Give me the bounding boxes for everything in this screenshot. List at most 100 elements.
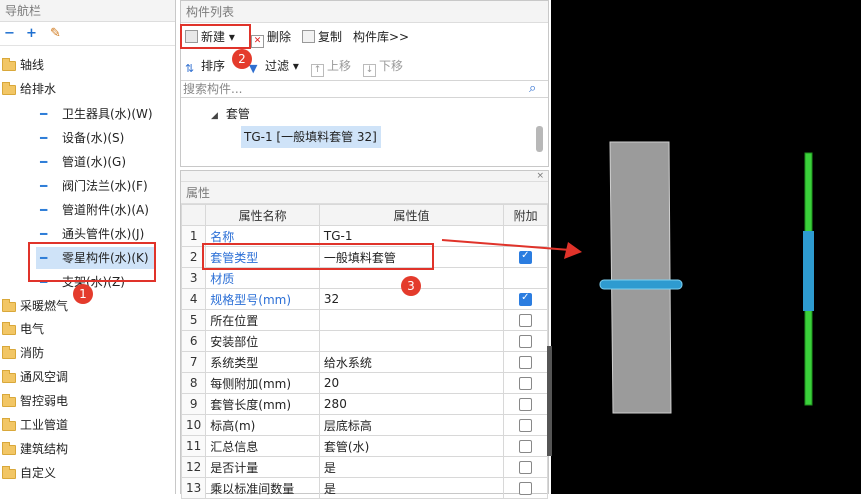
highlight-sleeve-type <box>202 243 434 270</box>
nav-item-label: 电气 <box>20 322 45 336</box>
extra-checkbox[interactable] <box>519 440 533 453</box>
property-name[interactable]: 乘以标准间数量 <box>205 477 320 499</box>
nav-item-label: 管道附件(水)(A) <box>62 203 149 217</box>
property-name[interactable]: 是否计量 <box>205 456 320 478</box>
property-name[interactable]: 系统类型 <box>205 351 320 373</box>
extra-checkbox[interactable] <box>519 398 533 411</box>
extra-checkbox[interactable] <box>519 461 533 474</box>
delete-button[interactable]: ✕ 删除 <box>251 25 291 49</box>
property-name[interactable]: 材质 <box>205 267 320 289</box>
property-value[interactable] <box>318 309 505 331</box>
extra-cell[interactable] <box>503 414 548 436</box>
copy-button[interactable]: 复制 <box>302 25 342 49</box>
property-value[interactable]: 层底标高 <box>318 414 505 436</box>
move-down-button[interactable]: ↓ 下移 <box>363 54 403 78</box>
collapse-all-icon[interactable]: − <box>4 26 15 41</box>
nav-item[interactable]: ━ 管道(水)(G) <box>0 151 175 173</box>
props-close-icon[interactable]: × <box>181 171 548 182</box>
nav-item[interactable]: 自定义 <box>0 462 175 484</box>
table-row[interactable]: 8 每侧附加(mm) 20 <box>180 372 548 394</box>
row-number: 13 <box>180 477 207 499</box>
extra-cell[interactable] <box>503 309 548 331</box>
move-up-button[interactable]: ↑ 上移 <box>311 54 351 78</box>
nav-item[interactable]: 通风空调 <box>0 366 175 388</box>
nav-item[interactable]: ━ 卫生器具(水)(W) <box>0 103 175 125</box>
table-row[interactable]: 11 汇总信息 套管(水) <box>180 435 548 457</box>
nav-item-label: 给排水 <box>20 82 57 96</box>
extra-checkbox[interactable] <box>519 314 533 327</box>
highlight-new-button <box>180 24 251 49</box>
property-value[interactable]: 给水系统 <box>318 351 505 373</box>
extra-cell[interactable] <box>503 393 548 415</box>
search-input[interactable]: 搜索构件... <box>181 80 548 98</box>
edit-icon[interactable]: ✎ <box>50 26 61 41</box>
sort-button[interactable]: ⇅ 排序 <box>185 54 225 78</box>
nav-item[interactable]: 智控弱电 <box>0 390 175 412</box>
nav-item[interactable]: 轴线 <box>0 54 175 76</box>
property-name[interactable]: 汇总信息 <box>205 435 320 457</box>
collapse-arrow-icon[interactable]: ◢ <box>211 111 218 121</box>
extra-checkbox[interactable] <box>519 292 533 306</box>
extra-checkbox[interactable] <box>519 377 533 390</box>
table-row[interactable]: 13 乘以标准间数量是 <box>180 477 548 499</box>
vertical-sleeve <box>803 231 814 311</box>
filter-button[interactable]: ▼ 过滤 ▾ <box>249 54 299 78</box>
nav-item-label: 通风空调 <box>20 370 69 384</box>
property-name[interactable]: 每侧附加(mm) <box>205 372 320 394</box>
library-button[interactable]: 构件库>> <box>353 25 409 49</box>
table-row[interactable]: 3 材质 <box>180 267 548 289</box>
property-value[interactable]: 280 <box>318 393 505 415</box>
nav-item[interactable]: ━ 设备(水)(S) <box>0 127 175 149</box>
extra-cell[interactable] <box>503 456 548 478</box>
nav-item[interactable]: 给排水 <box>0 78 175 100</box>
nav-item[interactable]: ━ 阀门法兰(水)(F) <box>0 175 175 197</box>
table-row[interactable]: 4 规格型号(mm) 32 <box>180 288 548 310</box>
nav-item[interactable]: 电气 <box>0 318 175 340</box>
property-value[interactable]: 是 <box>318 477 505 499</box>
property-name[interactable]: 所在位置 <box>205 309 320 331</box>
extra-cell[interactable] <box>503 477 548 499</box>
3d-viewport[interactable] <box>551 0 861 494</box>
table-row[interactable]: 12 是否计量是 <box>180 456 548 478</box>
component-icon: ━ <box>40 179 48 193</box>
table-row[interactable]: 9 套管长度(mm) 280 <box>180 393 548 415</box>
nav-item[interactable]: 消防 <box>0 342 175 364</box>
extra-cell[interactable] <box>503 330 548 352</box>
search-icon[interactable]: ⌕ <box>529 81 536 96</box>
property-name[interactable]: 标高(m) <box>205 414 320 436</box>
property-name[interactable]: 规格型号(mm) <box>205 288 320 310</box>
extra-cell[interactable] <box>503 372 548 394</box>
col-extra-header: 附加 <box>503 204 548 226</box>
badge-2: 2 <box>232 49 252 69</box>
property-name[interactable]: 安装部位 <box>205 330 320 352</box>
extra-cell[interactable] <box>503 267 548 289</box>
row-number: 9 <box>180 393 207 415</box>
expand-all-icon[interactable]: + <box>26 26 37 41</box>
viewport-canvas[interactable] <box>551 0 861 494</box>
tree-child-selected[interactable]: TG-1 [一般填料套管 32] <box>241 126 381 148</box>
extra-cell[interactable] <box>503 435 548 457</box>
property-value[interactable] <box>318 330 505 352</box>
nav-item[interactable]: 工业管道 <box>0 414 175 436</box>
tree-parent[interactable]: ◢ 套管 <box>211 105 250 122</box>
table-row[interactable]: 6 安装部位 <box>180 330 548 352</box>
table-row[interactable]: 7 系统类型 给水系统 <box>180 351 548 373</box>
delete-icon: ✕ <box>251 35 264 48</box>
property-value[interactable]: 是 <box>318 456 505 478</box>
folder-icon <box>2 322 16 335</box>
extra-checkbox[interactable] <box>519 482 533 495</box>
extra-cell[interactable] <box>503 288 548 310</box>
nav-item[interactable]: ━ 管道附件(水)(A) <box>0 199 175 221</box>
panel-splitter[interactable] <box>547 346 552 456</box>
property-value[interactable]: 20 <box>318 372 505 394</box>
list-scrollbar[interactable] <box>536 126 543 152</box>
extra-checkbox[interactable] <box>519 419 533 432</box>
extra-cell[interactable] <box>503 351 548 373</box>
extra-checkbox[interactable] <box>519 356 533 369</box>
extra-checkbox[interactable] <box>519 335 533 348</box>
table-row[interactable]: 10 标高(m) 层底标高 <box>180 414 548 436</box>
property-name[interactable]: 套管长度(mm) <box>205 393 320 415</box>
property-value[interactable]: 套管(水) <box>318 435 505 457</box>
nav-item[interactable]: 建筑结构 <box>0 438 175 460</box>
table-row[interactable]: 5 所在位置 <box>180 309 548 331</box>
